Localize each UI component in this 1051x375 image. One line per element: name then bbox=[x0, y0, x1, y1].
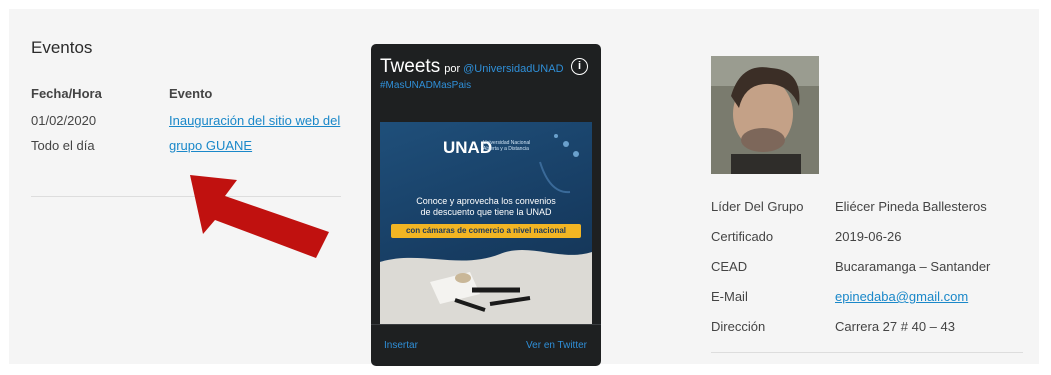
twitter-handle-link[interactable]: @UniversidadUNAD bbox=[463, 63, 563, 75]
widget-divider bbox=[371, 324, 601, 325]
embed-link[interactable]: Insertar bbox=[384, 340, 418, 351]
tweets-por: por bbox=[444, 63, 461, 75]
tweets-title: Tweets bbox=[380, 56, 441, 77]
event-link-continued[interactable]: grupo GUANE bbox=[169, 138, 252, 153]
tweet-text-line2: de descuento que tiene la UNAD bbox=[420, 207, 552, 217]
email-label: E-Mail bbox=[711, 289, 748, 304]
certified-value: 2019-06-26 bbox=[835, 229, 902, 244]
profile-photo-image bbox=[711, 56, 819, 174]
cead-value: Bucaramanga – Santander bbox=[835, 259, 991, 274]
header-event: Evento bbox=[169, 86, 213, 101]
tweet-image[interactable]: UNAD Universidad Nacional Abierta y a Di… bbox=[380, 122, 592, 324]
event-time: Todo el día bbox=[31, 138, 95, 153]
event-link[interactable]: Inauguración del sitio web del bbox=[169, 113, 340, 128]
unad-logo-subtitle: Universidad Nacional Abierta y a Distanc… bbox=[483, 140, 531, 152]
event-date: 01/02/2020 bbox=[31, 113, 97, 128]
twitter-widget: Tweets por @UniversidadUNAD i #MasUNADMasP… bbox=[371, 44, 601, 366]
address-value: Carrera 27 # 40 – 43 bbox=[835, 319, 955, 334]
tweets-header: Tweets por @UniversidadUNAD bbox=[380, 56, 564, 78]
profile-photo bbox=[711, 56, 819, 174]
certified-label: Certificado bbox=[711, 229, 774, 244]
tweet-image-text: Conoce y aprovecha los convenios de desc… bbox=[380, 196, 592, 218]
events-section: Eventos Fecha/Hora Evento 01/02/2020 Tod… bbox=[31, 38, 346, 197]
red-arrow-icon bbox=[190, 175, 329, 258]
events-title: Eventos bbox=[31, 38, 93, 57]
hashtag-link[interactable]: #MasUNADMasPais bbox=[380, 80, 471, 88]
view-on-twitter-link[interactable]: Ver en Twitter bbox=[526, 340, 587, 351]
leader-value: Eliécer Pineda Ballesteros bbox=[835, 199, 987, 214]
address-label: Dirección bbox=[711, 319, 766, 334]
tweet-text-line1: Conoce y aprovecha los convenios bbox=[416, 196, 556, 206]
tweet-badge: con cámaras de comercio a nivel nacional bbox=[391, 224, 581, 238]
leader-label: Líder Del Grupo bbox=[711, 199, 804, 214]
info-icon[interactable]: i bbox=[571, 58, 588, 75]
email-link[interactable]: epinedaba@gmail.com bbox=[835, 289, 968, 304]
header-date: Fecha/Hora bbox=[31, 86, 102, 101]
cead-label: CEAD bbox=[711, 259, 748, 274]
divider bbox=[711, 352, 1023, 353]
